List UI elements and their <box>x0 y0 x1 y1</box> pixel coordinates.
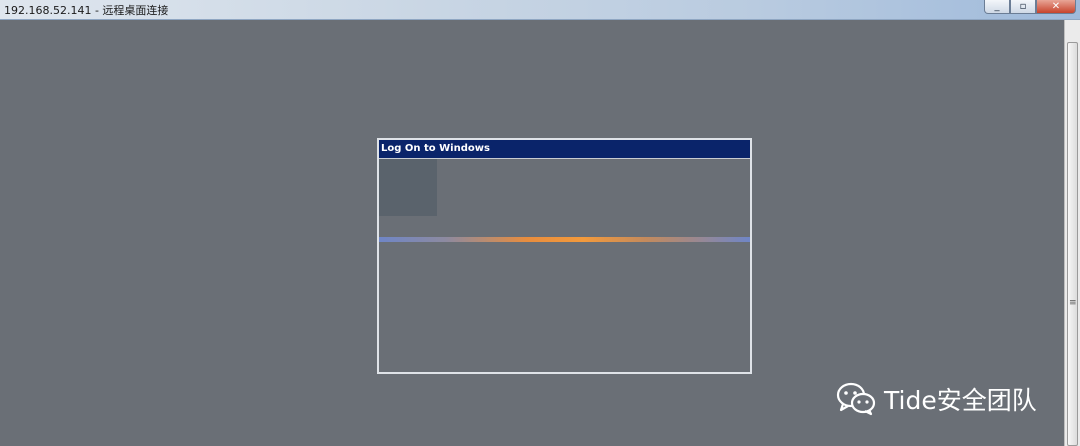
logon-dialog: Log On to Windows <box>377 138 752 374</box>
close-button[interactable]: ✕ <box>1036 0 1076 14</box>
wechat-icon <box>836 382 876 416</box>
dialog-title: Log On to Windows <box>379 140 750 158</box>
window-title: 192.168.52.141 - 远程桌面连接 <box>4 4 169 17</box>
watermark-text: Tide安全团队 <box>884 386 1037 415</box>
scrollbar-thumb[interactable]: ≡ <box>1067 42 1078 446</box>
vertical-scrollbar[interactable]: ≡ <box>1064 20 1080 446</box>
window-titlebar[interactable]: 192.168.52.141 - 远程桌面连接 _ ▫ ✕ <box>0 0 1080 20</box>
watermark: Tide安全团队 <box>836 380 1037 418</box>
restore-button[interactable]: ▫ <box>1010 0 1036 14</box>
windows-logo-placeholder <box>379 159 437 216</box>
minimize-button[interactable]: _ <box>984 0 1010 14</box>
scrollbar-grip-icon: ≡ <box>1069 298 1077 308</box>
window-controls: _ ▫ ✕ <box>984 0 1076 16</box>
brand-color-bar <box>379 237 750 242</box>
